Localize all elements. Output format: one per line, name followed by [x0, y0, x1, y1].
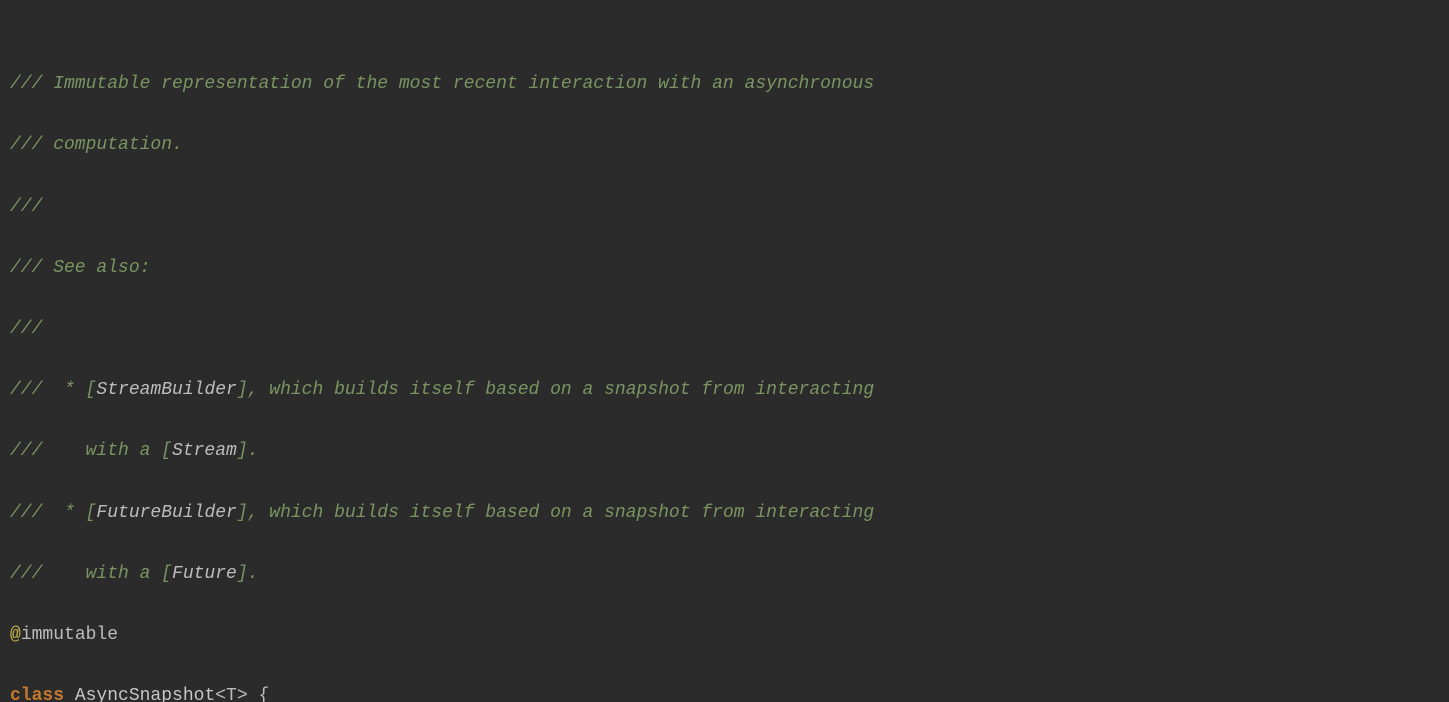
doc-comment: /// computation.: [10, 135, 183, 155]
doc-comment: /// * [: [10, 503, 96, 523]
annotation-at: @: [10, 625, 21, 645]
doc-comment: /// See also:: [10, 258, 150, 278]
doc-ref-streambuilder: StreamBuilder: [96, 380, 236, 400]
doc-ref-stream: Stream: [172, 441, 237, 461]
code-line-6: /// * [StreamBuilder], which builds itse…: [10, 375, 1439, 406]
code-line-2: /// computation.: [10, 130, 1439, 161]
doc-comment: ].: [237, 441, 259, 461]
doc-comment: /// Immutable representation of the most…: [10, 74, 874, 94]
generic-brace: <T> {: [215, 686, 269, 702]
class-name-asyncsnapshot: AsyncSnapshot: [64, 686, 215, 702]
annotation-immutable: immutable: [21, 625, 118, 645]
doc-comment: ].: [237, 564, 259, 584]
doc-comment: /// * [: [10, 380, 96, 400]
code-line-10: @immutable: [10, 620, 1439, 651]
code-line-1: /// Immutable representation of the most…: [10, 69, 1439, 100]
doc-ref-futurebuilder: FutureBuilder: [96, 503, 236, 523]
code-line-11: class AsyncSnapshot<T> {: [10, 681, 1439, 702]
code-line-4: /// See also:: [10, 253, 1439, 284]
keyword-class: class: [10, 686, 64, 702]
doc-ref-future: Future: [172, 564, 237, 584]
code-line-3: ///: [10, 192, 1439, 223]
doc-comment: ///: [10, 197, 42, 217]
code-line-9: /// with a [Future].: [10, 559, 1439, 590]
code-line-5: ///: [10, 314, 1439, 345]
doc-comment: /// with a [: [10, 564, 172, 584]
doc-comment: ], which builds itself based on a snapsh…: [237, 503, 874, 523]
doc-comment: ], which builds itself based on a snapsh…: [237, 380, 874, 400]
code-editor-view[interactable]: /// Immutable representation of the most…: [0, 0, 1449, 702]
code-line-8: /// * [FutureBuilder], which builds itse…: [10, 498, 1439, 529]
doc-comment: /// with a [: [10, 441, 172, 461]
doc-comment: ///: [10, 319, 42, 339]
code-line-7: /// with a [Stream].: [10, 436, 1439, 467]
